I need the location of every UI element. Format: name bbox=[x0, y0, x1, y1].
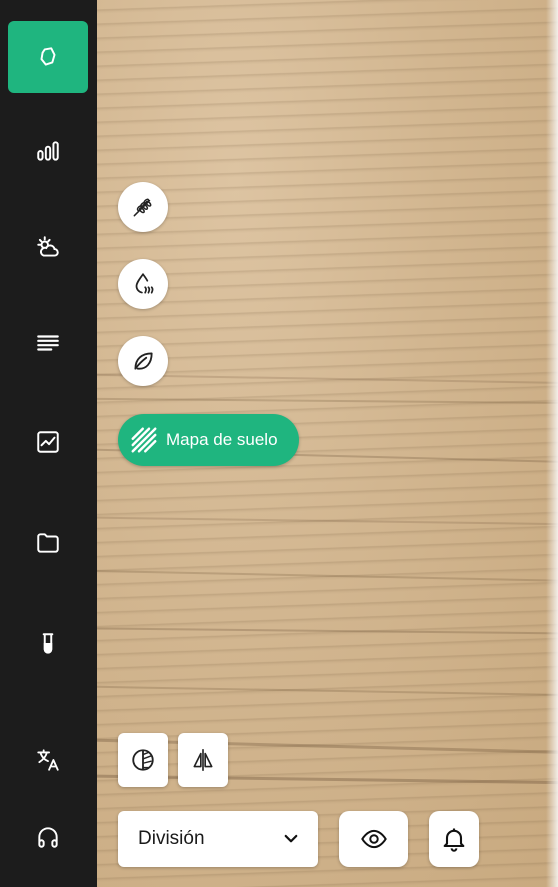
eye-icon bbox=[360, 829, 387, 849]
sidebar-item-trend[interactable] bbox=[8, 406, 88, 478]
leaf-icon bbox=[134, 352, 153, 370]
map-region-icon bbox=[40, 47, 56, 66]
sidebar-item-lab[interactable] bbox=[8, 608, 88, 680]
test-tube-icon bbox=[42, 633, 54, 654]
translate-icon bbox=[37, 749, 59, 771]
chevron-down-icon bbox=[284, 834, 298, 843]
wheat-icon bbox=[133, 198, 152, 217]
contrast-button[interactable] bbox=[118, 733, 168, 787]
layer-crops-button[interactable] bbox=[118, 182, 168, 232]
notifications-button[interactable] bbox=[429, 811, 479, 867]
contrast-icon bbox=[132, 749, 154, 771]
sidebar bbox=[0, 0, 97, 887]
sidebar-item-list[interactable] bbox=[8, 307, 88, 379]
trend-chart-icon bbox=[37, 431, 59, 453]
sidebar-item-folder[interactable] bbox=[8, 507, 88, 579]
headphones-icon bbox=[38, 827, 58, 848]
layer-soil-map-button[interactable]: Mapa de suelo bbox=[118, 414, 299, 466]
soil-hatch-icon bbox=[131, 427, 157, 453]
layer-humidity-button[interactable] bbox=[118, 259, 168, 309]
folder-icon bbox=[37, 533, 59, 553]
division-select-value: División bbox=[138, 828, 205, 849]
sidebar-item-stats[interactable] bbox=[8, 115, 88, 187]
layer-soil-map-label: Mapa de suelo bbox=[166, 430, 278, 449]
sidebar-item-map[interactable] bbox=[8, 21, 88, 93]
visibility-button[interactable] bbox=[339, 811, 408, 867]
water-drop-icon bbox=[135, 273, 154, 294]
layer-vegetation-button[interactable] bbox=[118, 336, 168, 386]
compare-button[interactable] bbox=[178, 733, 228, 787]
bell-icon bbox=[443, 828, 465, 852]
list-lines-icon bbox=[37, 335, 59, 351]
sidebar-item-support[interactable] bbox=[8, 801, 88, 873]
sidebar-item-language[interactable] bbox=[8, 724, 88, 796]
split-compare-icon bbox=[193, 749, 213, 771]
weather-sun-cloud-icon bbox=[37, 236, 59, 257]
sidebar-item-weather[interactable] bbox=[8, 212, 88, 284]
bar-chart-icon bbox=[37, 141, 59, 161]
division-select[interactable]: División bbox=[118, 811, 318, 867]
